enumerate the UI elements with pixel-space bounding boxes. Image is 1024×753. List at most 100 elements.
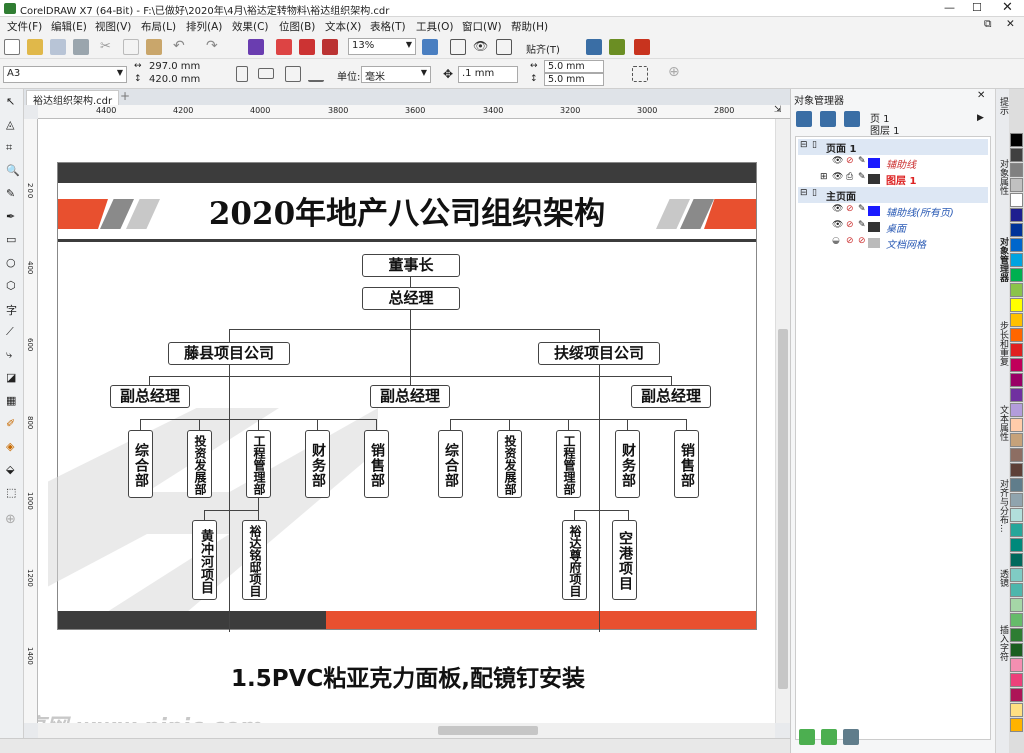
- tree-desktop-layer[interactable]: 👁 ⊘ ✎ 桌面: [798, 219, 988, 235]
- tree-document-grid[interactable]: ◒ ⊘ ⊘ 文档网格: [798, 235, 988, 251]
- lock-pen-icon[interactable]: ✎: [858, 220, 866, 230]
- print-toggle-icon[interactable]: ⊘: [846, 236, 854, 246]
- show-rulers-icon[interactable]: [450, 39, 466, 55]
- zoom-tool-icon[interactable]: 🔍: [6, 164, 20, 177]
- vertical-ruler[interactable]: 200 400 600 800 1000 1200 1400: [24, 119, 38, 723]
- delete-layer-icon[interactable]: [843, 729, 859, 745]
- tree-master-guides[interactable]: 👁 ⊘ ✎ 辅助线(所有页): [798, 203, 988, 219]
- dept-general-left[interactable]: 综合部: [128, 430, 153, 498]
- menu-arrange[interactable]: 排列(A): [186, 19, 222, 34]
- palette-swatch[interactable]: [1010, 373, 1023, 387]
- node-vp-left[interactable]: 副总经理: [110, 385, 190, 408]
- paste-icon[interactable]: [146, 39, 162, 55]
- tree-master-page[interactable]: ⊟ ▯ 主页面: [798, 187, 988, 203]
- eyedropper-icon[interactable]: ✐: [6, 417, 15, 430]
- current-page-icon[interactable]: [308, 66, 324, 82]
- horizontal-ruler[interactable]: 4400 4200 4000 3800 3600 3400 3200 3000 …: [38, 105, 790, 119]
- page-height-field[interactable]: 420.0 mm: [149, 74, 200, 85]
- node-company-right[interactable]: 扶绥项目公司: [538, 342, 660, 365]
- nudge-distance-field[interactable]: .1 mm: [458, 66, 518, 83]
- dept-sales-left[interactable]: 销售部: [364, 430, 389, 498]
- menu-file[interactable]: 文件(F): [7, 19, 42, 34]
- palette-swatch[interactable]: [1010, 493, 1023, 507]
- vertical-scrollbar[interactable]: [775, 119, 790, 723]
- palette-swatch[interactable]: [1010, 628, 1023, 642]
- project-yudazunfu[interactable]: 裕达尊府项目: [562, 520, 587, 600]
- palette-swatch[interactable]: [1010, 463, 1023, 477]
- redo-icon[interactable]: ↷: [206, 38, 222, 54]
- ellipse-tool-icon[interactable]: ○: [6, 256, 16, 269]
- palette-swatch[interactable]: [1010, 673, 1023, 687]
- maximize-button[interactable]: ☐: [972, 1, 982, 14]
- export-icon[interactable]: [299, 39, 315, 55]
- application-launcher-icon[interactable]: [634, 39, 650, 55]
- eye-off-icon[interactable]: ◒: [832, 236, 840, 246]
- docker-menu-arrow-icon[interactable]: ▶: [977, 113, 984, 123]
- node-vp-right[interactable]: 副总经理: [631, 385, 711, 408]
- palette-swatch[interactable]: [1010, 328, 1023, 342]
- palette-swatch[interactable]: [1010, 418, 1023, 432]
- lock-icon[interactable]: ⊘: [858, 236, 866, 246]
- palette-swatch[interactable]: [1010, 148, 1023, 162]
- transparency-icon[interactable]: ▦: [6, 394, 16, 407]
- smart-fill-icon[interactable]: ⬙: [6, 463, 14, 476]
- add-tool-icon[interactable]: ⊕: [668, 64, 680, 80]
- copy-icon[interactable]: [123, 39, 139, 55]
- print-toggle-icon[interactable]: ⊘: [846, 220, 854, 230]
- menu-effects[interactable]: 效果(C): [232, 19, 269, 34]
- cut-icon[interactable]: ✂: [100, 39, 116, 55]
- project-huangchonghe[interactable]: 黄冲河项目: [192, 520, 217, 600]
- drop-shadow-icon[interactable]: ◪: [6, 371, 16, 384]
- tree-layer-1[interactable]: ⊞ 👁 ⎙ ✎ 图层 1: [798, 171, 988, 187]
- palette-swatch[interactable]: [1010, 538, 1023, 552]
- vertical-scroll-thumb[interactable]: [778, 329, 788, 689]
- print-toggle-icon[interactable]: ⊘: [846, 156, 854, 166]
- zoom-level-select[interactable]: 13% ▼: [348, 38, 416, 55]
- palette-swatch[interactable]: [1010, 553, 1023, 567]
- node-general-manager[interactable]: 总经理: [362, 287, 460, 310]
- landscape-icon[interactable]: [258, 68, 274, 79]
- menu-bitmaps[interactable]: 位图(B): [279, 19, 315, 34]
- palette-swatch[interactable]: [1010, 568, 1023, 582]
- page-size-select[interactable]: A3 ▼: [3, 66, 127, 83]
- project-konggang[interactable]: 空港项目: [612, 520, 637, 600]
- connector-tool-icon[interactable]: ⤷: [6, 348, 12, 362]
- node-vp-center[interactable]: 副总经理: [370, 385, 450, 408]
- shape-tool-icon[interactable]: ◬: [6, 118, 14, 131]
- parallel-dimension-icon[interactable]: ⟋: [6, 325, 14, 339]
- portrait-icon[interactable]: [236, 66, 248, 82]
- duplicate-y-field[interactable]: 5.0 mm: [544, 73, 604, 86]
- menu-window[interactable]: 窗口(W): [462, 19, 502, 34]
- palette-swatch[interactable]: [1010, 223, 1023, 237]
- eye-icon[interactable]: 👁: [832, 204, 843, 214]
- new-layer-icon[interactable]: [844, 111, 860, 127]
- lock-pen-icon[interactable]: ✎: [858, 204, 866, 214]
- palette-swatch[interactable]: [1010, 523, 1023, 537]
- node-company-left[interactable]: 藤县项目公司: [168, 342, 290, 365]
- menu-help[interactable]: 帮助(H): [511, 19, 548, 34]
- duplicate-x-field[interactable]: 5.0 mm: [544, 60, 604, 73]
- dept-investment-left[interactable]: 投资发展部: [187, 430, 212, 498]
- dept-finance-right[interactable]: 财务部: [615, 430, 640, 498]
- lock-pen-icon[interactable]: ✎: [858, 172, 866, 182]
- artistic-media-icon[interactable]: ✒: [6, 210, 15, 223]
- eye-icon[interactable]: 👁: [832, 220, 843, 230]
- freehand-tool-icon[interactable]: ✎: [6, 187, 15, 200]
- new-layer-bottom-icon[interactable]: [799, 729, 815, 745]
- palette-swatch[interactable]: [1010, 163, 1023, 177]
- undo-icon[interactable]: ↶: [173, 38, 189, 54]
- palette-swatch[interactable]: [1010, 253, 1023, 267]
- pick-tool-icon[interactable]: ↖: [6, 95, 15, 108]
- crop-tool-icon[interactable]: ⌗: [6, 141, 12, 155]
- options-icon[interactable]: [609, 39, 625, 55]
- import-icon[interactable]: [276, 39, 292, 55]
- new-tab-icon[interactable]: +: [120, 89, 130, 103]
- page-width-field[interactable]: 297.0 mm: [149, 61, 200, 72]
- publish-pdf-icon[interactable]: [322, 39, 338, 55]
- new-master-layer-icon[interactable]: [821, 729, 837, 745]
- menu-layout[interactable]: 布局(L): [141, 19, 176, 34]
- install-caption[interactable]: 1.5PVC粘亚克力面板,配镜钉安装: [168, 662, 648, 696]
- dept-general-right[interactable]: 综合部: [438, 430, 463, 498]
- palette-swatch[interactable]: [1010, 658, 1023, 672]
- palette-swatch[interactable]: [1010, 343, 1023, 357]
